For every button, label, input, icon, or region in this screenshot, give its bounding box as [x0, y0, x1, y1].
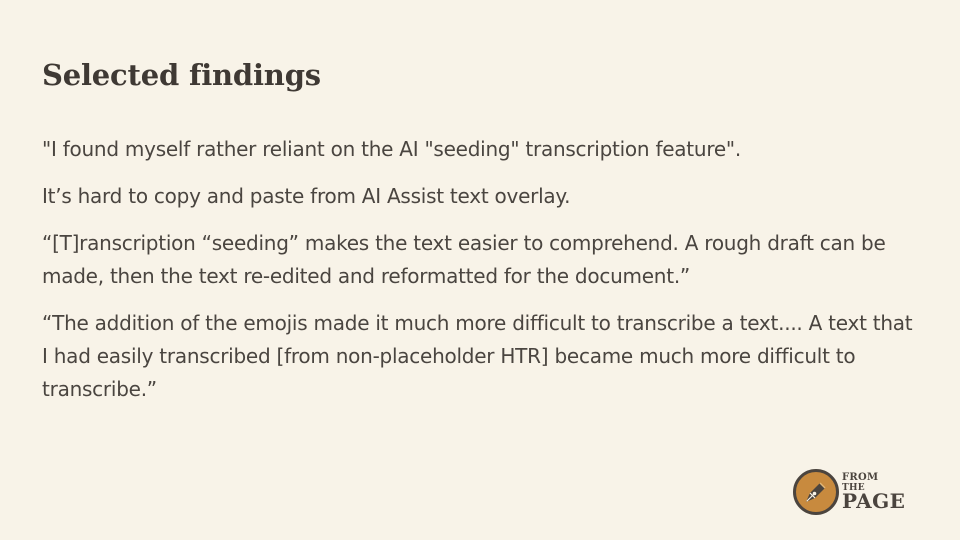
quill-pen-nib-icon: [793, 469, 839, 515]
fromthepage-logo: FROM THE PAGE: [793, 469, 923, 519]
findings-list: "I found myself rather reliant on the AI…: [42, 133, 922, 420]
finding-quote: "I found myself rather reliant on the AI…: [42, 137, 741, 161]
logo-page-text: PAGE: [842, 489, 906, 513]
logo-from-text: FROM: [842, 472, 879, 483]
finding-quote: “[T]ranscription “seeding” makes the tex…: [42, 231, 886, 288]
logo-wordmark: FROM THE PAGE: [842, 472, 906, 513]
finding-quote: “The addition of the emojis made it much…: [42, 311, 913, 401]
finding-quote: It’s hard to copy and paste from AI Assi…: [42, 184, 571, 208]
slide-title: Selected findings: [42, 58, 321, 92]
